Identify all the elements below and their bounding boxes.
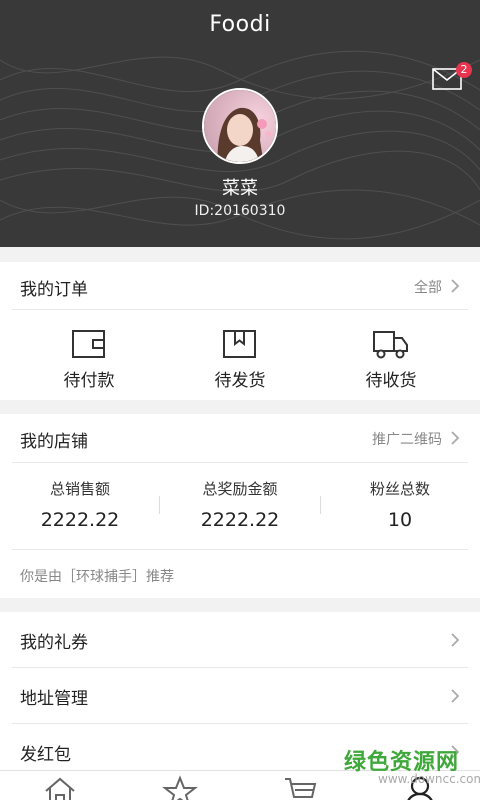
profile-header: Foodi 2 菜菜 ID:20160310 xyxy=(0,0,480,247)
home-icon[interactable] xyxy=(40,775,80,800)
orders-header-row[interactable]: 我的订单 全部 xyxy=(0,262,480,310)
menu-item-coupons-label: 我的礼券 xyxy=(20,633,88,653)
shop-title: 我的店铺 xyxy=(20,432,88,452)
stat-total-rewards: 总奖励金额 2222.22 xyxy=(160,478,320,531)
watermark-url: www.downcc.com xyxy=(378,772,480,786)
order-pending-payment-label: 待付款 xyxy=(63,371,115,391)
order-pending-receipt[interactable]: 待收货 xyxy=(331,328,451,392)
menu-item-address[interactable]: 地址管理 xyxy=(0,668,480,724)
mail-badge: 2 xyxy=(456,62,472,78)
stat-total-rewards-label: 总奖励金额 xyxy=(202,480,278,498)
divider xyxy=(12,309,468,310)
menu-item-address-label: 地址管理 xyxy=(20,689,88,709)
stat-total-sales-label: 总销售额 xyxy=(49,480,110,498)
order-pending-payment[interactable]: 待付款 xyxy=(29,328,149,392)
stat-fans-value: 10 xyxy=(387,509,413,531)
chevron-right-icon xyxy=(451,689,460,703)
divider xyxy=(12,462,468,463)
orders-title: 我的订单 xyxy=(20,280,88,300)
stat-fans: 粉丝总数 10 xyxy=(320,478,480,531)
wallet-icon xyxy=(72,330,105,358)
orders-all-link[interactable]: 全部 xyxy=(414,277,442,297)
user-id: ID:20160310 xyxy=(194,203,286,219)
app-title: Foodi xyxy=(209,12,271,37)
chevron-right-icon xyxy=(451,279,460,293)
menu-item-coupons[interactable]: 我的礼券 xyxy=(0,612,480,668)
truck-icon xyxy=(373,331,408,359)
chevron-right-icon xyxy=(451,633,460,647)
divider xyxy=(12,549,468,550)
stat-total-sales: 总销售额 2222.22 xyxy=(0,478,160,531)
stat-total-rewards-value: 2222.22 xyxy=(200,509,280,531)
cart-icon[interactable] xyxy=(280,775,320,800)
watermark: 绿色资源网 www.downcc.com xyxy=(340,742,480,790)
chevron-right-icon xyxy=(451,431,460,445)
stat-fans-label: 粉丝总数 xyxy=(369,480,430,498)
avatar[interactable] xyxy=(202,88,278,164)
referral-text: 你是由［环球捕手］推荐 xyxy=(20,569,174,585)
menu-item-red-packet-label: 发红包 xyxy=(20,745,71,765)
shop-qr-link[interactable]: 推广二维码 xyxy=(372,429,442,449)
order-pending-shipment[interactable]: 待发货 xyxy=(180,328,300,392)
shop-header-row[interactable]: 我的店铺 推广二维码 xyxy=(0,414,480,462)
order-pending-shipment-label: 待发货 xyxy=(214,371,266,391)
username: 菜菜 xyxy=(222,178,258,199)
box-icon xyxy=(223,330,256,358)
stat-total-sales-value: 2222.22 xyxy=(40,509,120,531)
star-icon[interactable] xyxy=(160,775,200,800)
order-pending-receipt-label: 待收货 xyxy=(365,371,417,391)
